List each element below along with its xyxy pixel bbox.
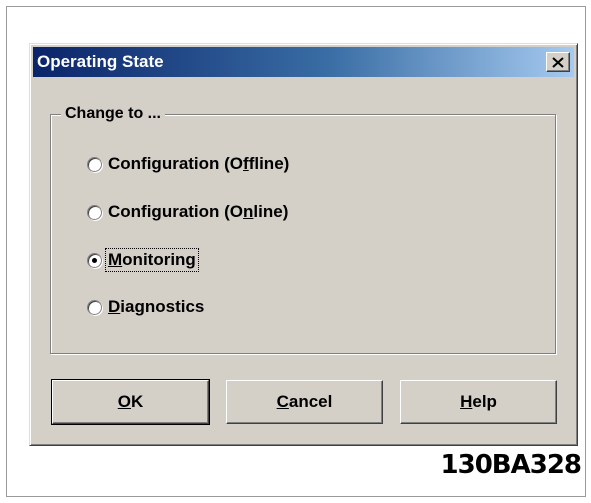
close-icon bbox=[552, 56, 564, 68]
radio-button-monitoring[interactable] bbox=[87, 252, 102, 268]
radio-diagnostics[interactable]: Diagnostics bbox=[87, 296, 206, 318]
radio-monitoring[interactable]: Monitoring bbox=[87, 248, 199, 272]
radio-button-diagnostics[interactable] bbox=[87, 299, 102, 315]
title-bar[interactable]: Operating State bbox=[33, 47, 574, 77]
dialog-title: Operating State bbox=[37, 52, 164, 71]
close-button[interactable] bbox=[546, 52, 570, 72]
figure-code: 130BA328 bbox=[440, 450, 582, 480]
operating-state-dialog: Operating State Change to ... Configurat… bbox=[29, 43, 578, 446]
change-to-group: Change to ... Configuration (Offline) Co… bbox=[50, 105, 556, 354]
radio-button-online[interactable] bbox=[87, 204, 102, 220]
cancel-button[interactable]: Cancel bbox=[226, 380, 383, 424]
radio-label-online[interactable]: Configuration (Online) bbox=[106, 201, 290, 223]
group-legend: Change to ... bbox=[61, 105, 165, 123]
radio-configuration-online[interactable]: Configuration (Online) bbox=[87, 201, 290, 223]
help-button[interactable]: Help bbox=[400, 380, 557, 424]
ok-button[interactable]: OK bbox=[51, 379, 210, 425]
radio-configuration-offline[interactable]: Configuration (Offline) bbox=[87, 153, 291, 175]
radio-label-offline[interactable]: Configuration (Offline) bbox=[106, 153, 291, 175]
radio-label-monitoring[interactable]: Monitoring bbox=[105, 248, 199, 272]
radio-label-diagnostics[interactable]: Diagnostics bbox=[106, 296, 206, 318]
radio-button-offline[interactable] bbox=[87, 156, 102, 172]
